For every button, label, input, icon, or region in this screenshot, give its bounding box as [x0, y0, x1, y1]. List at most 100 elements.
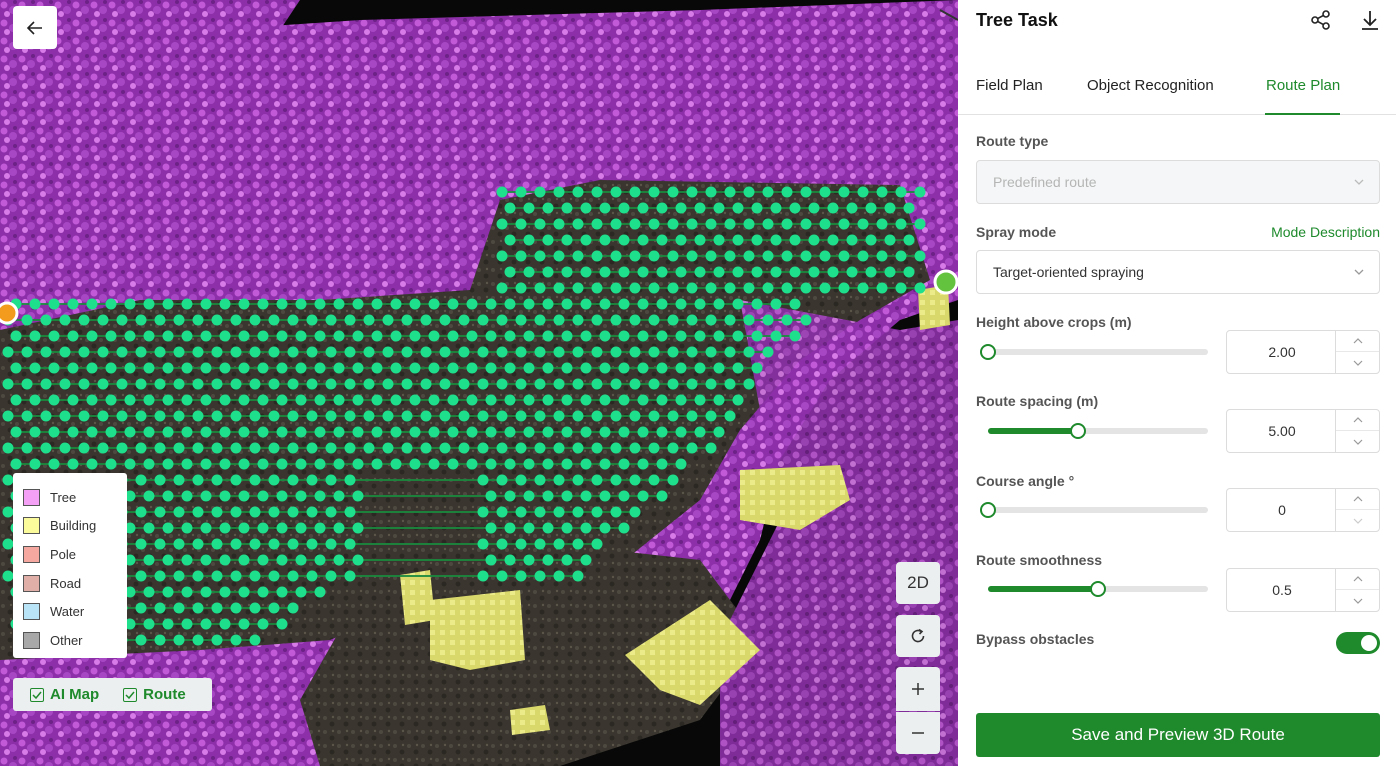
route-waypoint [629, 218, 641, 230]
route-waypoint [591, 314, 603, 326]
height-stepper[interactable]: 2.00 [1226, 330, 1380, 374]
smoothness-slider[interactable] [988, 581, 1208, 597]
tab-field-plan[interactable]: Field Plan [976, 77, 1043, 94]
route-waypoint [694, 330, 706, 342]
route-waypoint [599, 426, 611, 438]
route-waypoint [211, 410, 223, 422]
ai-map-toggle[interactable]: AI Map [30, 686, 99, 703]
route-waypoint [789, 298, 801, 310]
increment-button[interactable] [1336, 410, 1379, 431]
tab-object-recognition[interactable]: Object Recognition [1087, 77, 1214, 94]
route-waypoint [230, 346, 242, 358]
route-waypoint [344, 474, 356, 486]
route-waypoint [219, 298, 231, 310]
route-waypoint [496, 186, 508, 198]
smoothness-value[interactable]: 0.5 [1227, 569, 1337, 611]
height-value[interactable]: 2.00 [1227, 331, 1337, 373]
route-waypoint [743, 314, 755, 326]
mode-description-link[interactable]: Mode Description [1271, 224, 1380, 240]
route-waypoint [895, 250, 907, 262]
increment-button[interactable] [1336, 569, 1379, 590]
course-angle-value[interactable]: 0 [1227, 489, 1337, 531]
route-waypoint [181, 618, 193, 630]
route-waypoint [306, 442, 318, 454]
route-waypoint [629, 410, 641, 422]
view-2d-button[interactable]: 2D [896, 562, 940, 604]
route-waypoint [29, 362, 41, 374]
route-waypoint [561, 522, 573, 534]
route-waypoint [371, 298, 383, 310]
route-waypoint [268, 506, 280, 518]
spray-mode-select[interactable]: Target-oriented spraying [976, 250, 1380, 294]
route-waypoint [903, 202, 915, 214]
spacing-slider-handle[interactable] [1070, 423, 1087, 439]
smoothness-stepper[interactable]: 0.5 [1226, 568, 1380, 612]
route-waypoint [268, 314, 280, 326]
zoom-out-button[interactable] [896, 712, 940, 754]
decrement-button[interactable] [1336, 590, 1379, 611]
route-waypoint [705, 410, 717, 422]
route-waypoint [534, 474, 546, 486]
legend-swatch [23, 603, 40, 621]
route-waypoint [523, 234, 535, 246]
route-waypoint [428, 298, 440, 310]
height-slider-handle[interactable] [980, 344, 996, 360]
route-waypoint [21, 410, 33, 422]
route-waypoint [884, 202, 896, 214]
route-waypoint [686, 410, 698, 422]
route-waypoint [200, 426, 212, 438]
spacing-stepper[interactable]: 5.00 [1226, 409, 1380, 453]
bypass-obstacles-toggle[interactable] [1336, 632, 1380, 654]
share-button[interactable] [1308, 7, 1334, 33]
route-start-marker[interactable] [0, 301, 19, 325]
save-preview-button[interactable]: Save and Preview 3D Route [976, 713, 1380, 757]
legend-label: Other [50, 632, 83, 648]
route-waypoint [458, 378, 470, 390]
route-waypoint [363, 442, 375, 454]
route-waypoint [637, 330, 649, 342]
tab-route-plan[interactable]: Route Plan [1266, 77, 1340, 94]
route-waypoint [78, 346, 90, 358]
route-waypoint [344, 570, 356, 582]
smoothness-slider-handle[interactable] [1090, 581, 1106, 597]
route-waypoint [515, 314, 527, 326]
route-waypoint [713, 298, 725, 310]
point-cloud-map[interactable]: Tree Building Pole Road Water Other AI Map Ro… [0, 0, 958, 766]
reset-view-button[interactable] [896, 615, 940, 657]
route-end-marker[interactable] [933, 269, 958, 295]
route-waypoint [230, 474, 242, 486]
route-waypoint [656, 266, 668, 278]
route-waypoint [618, 266, 630, 278]
map-scene[interactable] [0, 0, 958, 766]
route-waypoint [21, 314, 33, 326]
zoom-in-button[interactable] [896, 667, 940, 711]
decrement-button[interactable] [1336, 431, 1379, 452]
route-waypoint [580, 394, 592, 406]
route-waypoint [230, 506, 242, 518]
route-waypoint [276, 586, 288, 598]
route-waypoint [496, 410, 508, 422]
spray-mode-label: Spray mode [976, 224, 1057, 240]
spacing-value[interactable]: 5.00 [1227, 410, 1337, 452]
route-waypoint [580, 234, 592, 246]
height-slider[interactable] [980, 344, 1208, 360]
download-button[interactable] [1357, 7, 1383, 33]
route-waypoint [667, 410, 679, 422]
route-waypoint [534, 218, 546, 230]
route-waypoint [344, 538, 356, 550]
route-waypoint [846, 266, 858, 278]
increment-button[interactable] [1336, 489, 1379, 510]
spacing-slider[interactable] [988, 423, 1208, 439]
course-angle-stepper[interactable]: 0 [1226, 488, 1380, 532]
back-button[interactable] [13, 6, 57, 49]
route-waypoint [477, 346, 489, 358]
course-angle-slider-handle[interactable] [980, 502, 996, 518]
route-toggle[interactable]: Route [123, 686, 186, 703]
increment-button[interactable] [1336, 331, 1379, 352]
route-waypoint [420, 378, 432, 390]
route-waypoint [287, 314, 299, 326]
route-waypoint [352, 458, 364, 470]
decrement-button[interactable] [1336, 510, 1379, 531]
decrement-button[interactable] [1336, 352, 1379, 373]
course-angle-slider[interactable] [980, 502, 1208, 518]
